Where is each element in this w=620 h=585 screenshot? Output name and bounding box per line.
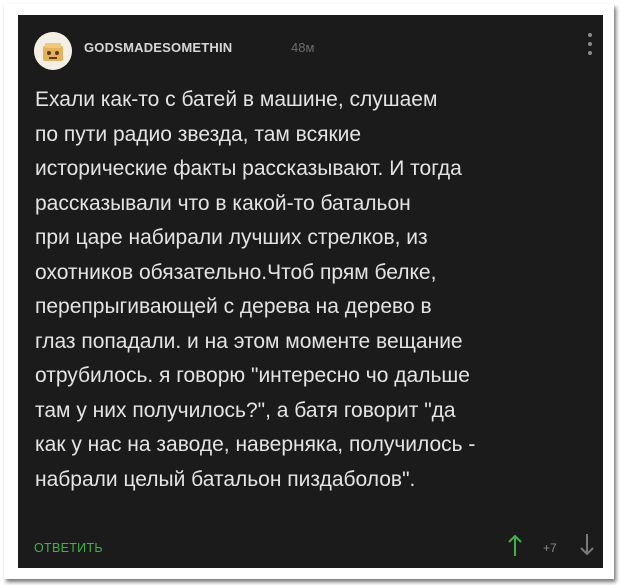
- arrow-up-icon[interactable]: [508, 533, 522, 557]
- comment-line: набрали целый батальон пиздаболов".: [35, 467, 416, 491]
- menu-dot: [588, 51, 592, 55]
- reply-button[interactable]: ОТВЕТИТЬ: [34, 541, 103, 555]
- menu-dot: [588, 33, 592, 37]
- avatar-image: [34, 32, 72, 70]
- score-count: +7: [543, 541, 557, 555]
- comment-line: отрубилось. я говорю "интересно чо дальш…: [35, 364, 470, 387]
- comment-line: как у нас на заводе, наверняка, получило…: [35, 433, 476, 456]
- comment-line: Ехали как-то с батей в машине, слушаем: [35, 88, 438, 111]
- comment-line: глаз попадали. и на этом моменте вещание: [35, 329, 463, 353]
- comment-line: по пути радио звезда, там всякие: [35, 122, 362, 146]
- comment-line: охотников обязательно.Чтоб прям белке,: [35, 260, 437, 284]
- more-vertical-icon[interactable]: [587, 33, 593, 59]
- user-avatar[interactable]: [34, 32, 72, 70]
- arrow-down-icon[interactable]: [580, 533, 594, 557]
- comment-line: при царе набирали лучших стрелков, из: [35, 226, 428, 249]
- comment-line: рассказывали что в какой-то батальон: [35, 191, 411, 215]
- menu-dot: [588, 42, 592, 46]
- comment-line: перепрыгивающей с дерева на дерево в: [35, 295, 432, 318]
- screenshot-frame: GODSMADESOMETHIN 48м Ехали как-то с бате…: [4, 4, 614, 579]
- username[interactable]: GODSMADESOMETHIN: [84, 40, 232, 55]
- comment-line: исторические факты рассказывают. И тогда: [35, 157, 462, 180]
- comment-time: 48м: [291, 40, 315, 55]
- comment-body: Ехали как-то с батей в машине, слушаем п…: [35, 83, 595, 497]
- comment-card: GODSMADESOMETHIN 48м Ехали как-то с бате…: [18, 15, 603, 568]
- comment-line: там у них получилось?", а батя говорит "…: [35, 398, 456, 422]
